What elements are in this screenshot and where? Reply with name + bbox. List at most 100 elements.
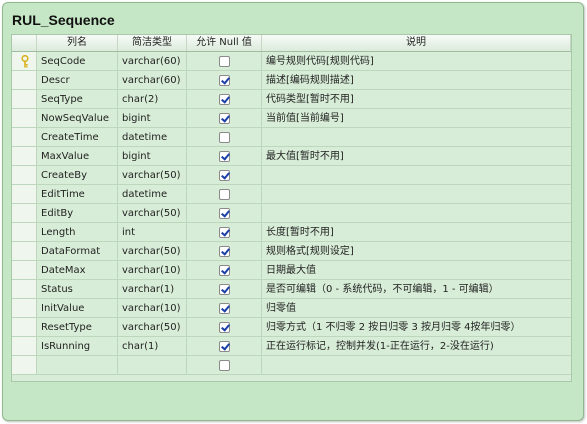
column-name-cell[interactable]: DataFormat [37, 242, 118, 260]
column-name-cell[interactable]: ResetType [37, 318, 118, 336]
table-row[interactable]: EditBy varchar(50) [12, 204, 571, 223]
row-selector[interactable] [12, 261, 37, 279]
column-header-type[interactable]: 简洁类型 [118, 35, 187, 51]
description-cell[interactable]: 描述[编码规则描述] [262, 71, 571, 89]
data-type-cell[interactable]: char(1) [118, 337, 187, 355]
column-header-name[interactable]: 列名 [37, 35, 118, 51]
allow-null-checkbox[interactable] [218, 360, 230, 371]
row-selector[interactable] [12, 318, 37, 336]
description-cell[interactable]: 日期最大值 [262, 261, 571, 279]
column-name-cell[interactable]: EditBy [37, 204, 118, 222]
column-name-cell[interactable]: MaxValue [37, 147, 118, 165]
table-row[interactable]: EditTime datetime [12, 185, 571, 204]
table-row[interactable]: Status varchar(1) 是否可编辑（0 - 系统代码，不可编辑，1 - … [12, 280, 571, 299]
data-type-cell[interactable] [118, 356, 187, 374]
column-name-cell[interactable]: CreateTime [37, 128, 118, 146]
data-type-cell[interactable]: varchar(10) [118, 299, 187, 317]
column-name-cell[interactable]: CreateBy [37, 166, 118, 184]
description-cell[interactable]: 归零值 [262, 299, 571, 317]
row-selector[interactable] [12, 90, 37, 108]
row-selector[interactable] [12, 242, 37, 260]
table-row[interactable]: ResetType varchar(50) 归零方式（1 不归零 2 按日归零 3 … [12, 318, 571, 337]
table-row[interactable] [12, 356, 571, 375]
allow-null-checkbox[interactable] [218, 170, 230, 181]
description-cell[interactable]: 当前值[当前编号] [262, 109, 571, 127]
row-selector[interactable] [12, 128, 37, 146]
row-selector[interactable] [12, 280, 37, 298]
allow-null-checkbox[interactable] [218, 132, 230, 143]
column-name-cell[interactable]: Descr [37, 71, 118, 89]
data-type-cell[interactable]: varchar(10) [118, 261, 187, 279]
table-row[interactable]: InitValue varchar(10) 归零值 [12, 299, 571, 318]
column-name-cell[interactable]: InitValue [37, 299, 118, 317]
data-type-cell[interactable]: varchar(50) [118, 166, 187, 184]
row-selector[interactable] [12, 166, 37, 184]
description-cell[interactable]: 归零方式（1 不归零 2 按日归零 3 按月归零 4按年归零） [262, 318, 571, 336]
column-name-cell[interactable] [37, 356, 118, 374]
row-selector[interactable] [12, 71, 37, 89]
allow-null-checkbox[interactable] [218, 322, 230, 333]
data-type-cell[interactable]: datetime [118, 128, 187, 146]
table-row[interactable]: DataFormat varchar(50) 规则格式[规则设定] [12, 242, 571, 261]
data-type-cell[interactable]: varchar(1) [118, 280, 187, 298]
column-name-cell[interactable]: SeqCode [37, 52, 118, 70]
allow-null-checkbox[interactable] [218, 113, 230, 124]
description-cell[interactable]: 规则格式[规则设定] [262, 242, 571, 260]
allow-null-checkbox[interactable] [218, 265, 230, 276]
allow-null-checkbox[interactable] [218, 56, 230, 67]
table-row[interactable]: SeqType char(2) 代码类型[暂时不用] [12, 90, 571, 109]
column-name-cell[interactable]: Status [37, 280, 118, 298]
row-selector[interactable] [12, 337, 37, 355]
column-name-cell[interactable]: Length [37, 223, 118, 241]
data-type-cell[interactable]: varchar(60) [118, 52, 187, 70]
allow-null-checkbox[interactable] [218, 151, 230, 162]
allow-null-checkbox[interactable] [218, 246, 230, 257]
table-row[interactable]: CreateTime datetime [12, 128, 571, 147]
allow-null-checkbox[interactable] [218, 75, 230, 86]
data-type-cell[interactable]: bigint [118, 147, 187, 165]
description-cell[interactable]: 代码类型[暂时不用] [262, 90, 571, 108]
description-cell[interactable] [262, 185, 571, 203]
allow-null-checkbox[interactable] [218, 189, 230, 200]
table-row[interactable]: Length int 长度[暂时不用] [12, 223, 571, 242]
table-row[interactable]: SeqCode varchar(60) 编号规则代码[规则代码] [12, 52, 571, 71]
row-selector[interactable] [12, 204, 37, 222]
allow-null-checkbox[interactable] [218, 284, 230, 295]
table-row[interactable]: DateMax varchar(10) 日期最大值 [12, 261, 571, 280]
allow-null-checkbox[interactable] [218, 94, 230, 105]
table-row[interactable]: MaxValue bigint 最大值[暂时不用] [12, 147, 571, 166]
column-header-nullable[interactable]: 允许 Null 值 [187, 35, 262, 51]
description-cell[interactable]: 是否可编辑（0 - 系统代码，不可编辑，1 - 可编辑） [262, 280, 571, 298]
description-cell[interactable]: 正在运行标记，控制并发(1-正在运行，2-没在运行) [262, 337, 571, 355]
data-type-cell[interactable]: varchar(50) [118, 204, 187, 222]
data-type-cell[interactable]: char(2) [118, 90, 187, 108]
allow-null-checkbox[interactable] [218, 341, 230, 352]
description-cell[interactable] [262, 204, 571, 222]
description-cell[interactable]: 长度[暂时不用] [262, 223, 571, 241]
description-cell[interactable] [262, 128, 571, 146]
column-name-cell[interactable]: NowSeqValue [37, 109, 118, 127]
data-type-cell[interactable]: datetime [118, 185, 187, 203]
column-name-cell[interactable]: SeqType [37, 90, 118, 108]
table-row[interactable]: NowSeqValue bigint 当前值[当前编号] [12, 109, 571, 128]
column-name-cell[interactable]: EditTime [37, 185, 118, 203]
column-name-cell[interactable]: IsRunning [37, 337, 118, 355]
row-selector[interactable] [12, 147, 37, 165]
allow-null-checkbox[interactable] [218, 303, 230, 314]
allow-null-checkbox[interactable] [218, 227, 230, 238]
row-selector[interactable] [12, 299, 37, 317]
column-header-description[interactable]: 说明 [262, 35, 571, 51]
data-type-cell[interactable]: int [118, 223, 187, 241]
data-type-cell[interactable]: bigint [118, 109, 187, 127]
data-type-cell[interactable]: varchar(50) [118, 318, 187, 336]
description-cell[interactable] [262, 166, 571, 184]
table-row[interactable]: CreateBy varchar(50) [12, 166, 571, 185]
data-type-cell[interactable]: varchar(50) [118, 242, 187, 260]
description-cell[interactable]: 最大值[暂时不用] [262, 147, 571, 165]
table-row[interactable]: IsRunning char(1) 正在运行标记，控制并发(1-正在运行，2-没在运… [12, 337, 571, 356]
row-selector[interactable] [12, 109, 37, 127]
row-selector[interactable] [12, 223, 37, 241]
row-selector[interactable] [12, 356, 37, 374]
row-selector[interactable] [12, 52, 37, 70]
description-cell[interactable]: 编号规则代码[规则代码] [262, 52, 571, 70]
